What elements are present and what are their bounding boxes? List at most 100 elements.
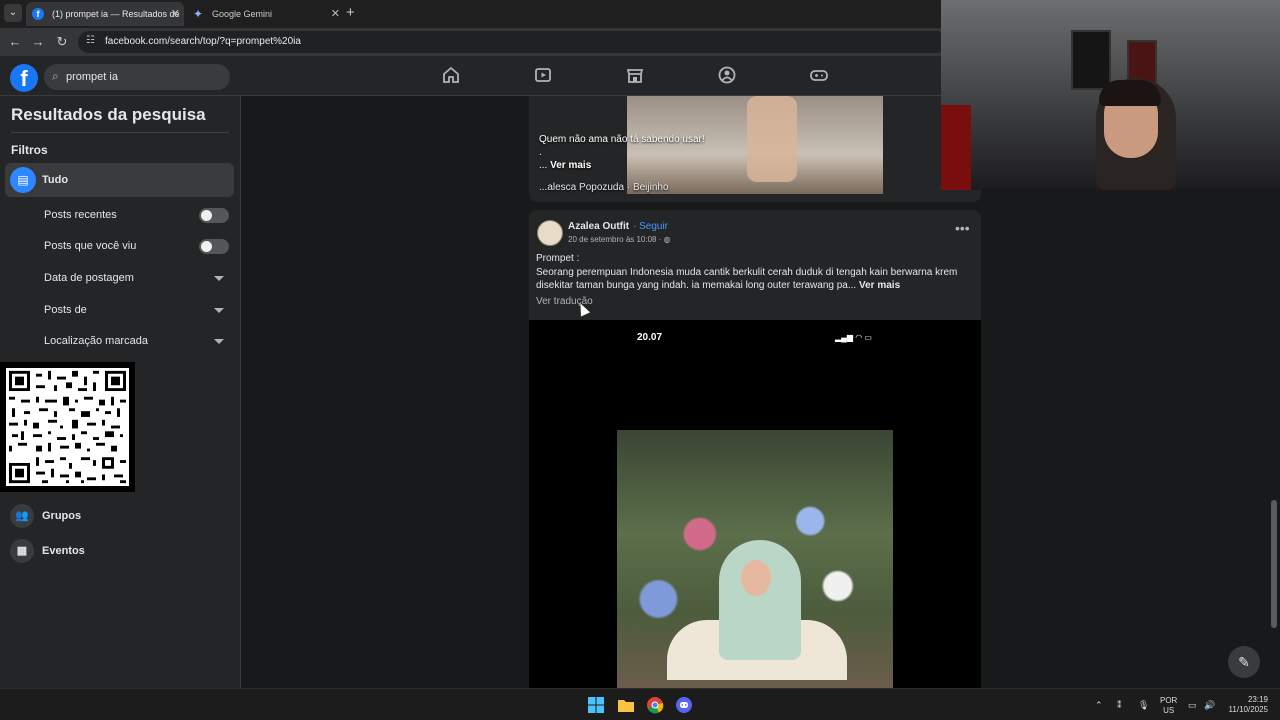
page-scrollbar[interactable]	[1271, 500, 1277, 628]
lang-layout: US	[1163, 706, 1175, 715]
lang-code: POR	[1160, 696, 1178, 705]
reload-icon[interactable]: ↻	[53, 33, 71, 51]
photo-subject	[719, 540, 801, 660]
filter-label: Data de postagem	[44, 272, 134, 284]
post-image-subject	[747, 96, 797, 182]
more-options-icon[interactable]: •••	[955, 220, 970, 236]
chrome-icon[interactable]	[644, 694, 666, 716]
filter-tagged-location[interactable]: Localização marcada	[44, 335, 148, 347]
windows-start-icon[interactable]	[585, 694, 607, 716]
phone-status-icons: ▂▄▆ ◠ ▭	[835, 333, 872, 342]
back-icon[interactable]: ←	[6, 33, 24, 51]
clock-time: 23:19	[1247, 695, 1268, 704]
filter-all[interactable]: ▤ Tudo	[5, 163, 234, 197]
qr-code	[0, 362, 135, 492]
facebook-search[interactable]: ⌕	[44, 64, 230, 90]
divider	[11, 132, 229, 133]
filter-date-posted[interactable]: Data de postagem	[44, 272, 134, 284]
caption-line: Quem não ama não tá sabendo usar!	[539, 134, 705, 145]
search-sidebar: Resultados da pesquisa Filtros ▤ Tudo Po…	[0, 96, 241, 688]
tray-app-icon[interactable]: ⁑	[1117, 689, 1122, 720]
ellipsis-text: ...	[539, 160, 551, 171]
filters-heading: Filtros	[11, 143, 48, 157]
groups-icon[interactable]	[716, 65, 738, 87]
input-language[interactable]: POR US	[1160, 696, 1177, 716]
post-author-line[interactable]: ...alesca Popozuda · Beijinho	[539, 182, 669, 193]
close-tab-icon[interactable]: ✕	[171, 2, 180, 26]
post-media[interactable]: 20.07 ▂▄▆ ◠ ▭	[529, 320, 981, 690]
calendar-icon: ▦	[10, 539, 34, 563]
clock-date: 11/10/2025	[1228, 705, 1268, 714]
filter-all-label: Tudo	[42, 174, 69, 186]
filter-recent-posts[interactable]: Posts recentes	[44, 209, 117, 221]
search-input[interactable]	[66, 68, 216, 86]
all-results-icon: ▤	[10, 167, 36, 193]
microphone-icon[interactable]: 🎙	[1138, 689, 1149, 720]
url-text: facebook.com/search/top/?q=prompet%20ia	[105, 36, 301, 47]
caption-line: ... Ver mais	[539, 159, 705, 172]
new-message-icon[interactable]: ✎	[1228, 646, 1260, 678]
post-body: Prompet : Seorang perempuan Indonesia mu…	[536, 252, 968, 293]
tab-facebook[interactable]: f (1) prompet ia — Resultados de ✕	[26, 2, 184, 26]
tab-gemini[interactable]: ✦ Google Gemini ✕	[186, 2, 344, 26]
network-icon[interactable]: ▭	[1188, 689, 1197, 720]
address-bar[interactable]: ☷ facebook.com/search/top/?q=prompet%20i…	[78, 31, 948, 53]
recent-posts-toggle[interactable]	[199, 208, 229, 223]
see-more-link[interactable]: Ver mais	[550, 160, 591, 171]
filter-seen-posts[interactable]: Posts que você viu	[44, 240, 136, 252]
post-card: Azalea Outfit · Seguir 20 de setembro às…	[529, 210, 981, 690]
forward-icon[interactable]: →	[29, 33, 47, 51]
volume-icon[interactable]: 🔊	[1204, 689, 1215, 720]
video-icon[interactable]	[532, 65, 554, 87]
webcam-overlay	[941, 0, 1280, 190]
sidebar-item-events[interactable]: ▦ Eventos	[10, 539, 85, 563]
filter-label: Localização marcada	[44, 335, 148, 347]
filter-label: Posts recentes	[44, 209, 117, 221]
sidebar-title: Resultados da pesquisa	[11, 105, 206, 124]
sidebar-item-label: Eventos	[42, 544, 85, 557]
windows-taskbar: ⌃ ⁑ 🎙 POR US ▭ 🔊 23:19 11/10/2025	[0, 688, 1280, 720]
tray-chevron-icon[interactable]: ⌃	[1095, 689, 1103, 720]
post-caption: Quem não ama não tá sabendo usar! . ... …	[539, 133, 705, 172]
facebook-favicon-icon: f	[32, 8, 44, 20]
gemini-favicon-icon: ✦	[192, 7, 204, 21]
webcam-background	[941, 105, 971, 190]
caption-line: .	[539, 147, 542, 158]
chevron-down-icon[interactable]	[214, 276, 224, 281]
new-tab-icon[interactable]: +	[346, 4, 355, 22]
filter-label: Posts que você viu	[44, 240, 137, 252]
tab-search-icon[interactable]: ⌄	[4, 4, 22, 22]
gaming-icon[interactable]	[808, 65, 830, 87]
webcam-background	[1071, 30, 1111, 90]
follow-link[interactable]: · Seguir	[633, 221, 668, 232]
close-tab-icon[interactable]: ✕	[331, 2, 340, 26]
photo-subject	[741, 560, 771, 596]
system-clock[interactable]: 23:19 11/10/2025	[1226, 695, 1268, 715]
facebook-logo-icon[interactable]: f	[10, 64, 38, 92]
seen-posts-toggle[interactable]	[199, 239, 229, 254]
tab-title: Google Gemini	[212, 9, 273, 19]
post-card[interactable]: Quem não ama não tá sabendo usar! . ... …	[529, 96, 981, 202]
post-timestamp[interactable]: 20 de setembro às 10:08 · ◍	[568, 235, 671, 244]
discord-icon[interactable]	[673, 694, 695, 716]
phone-time: 20.07	[637, 332, 663, 343]
groups-icon: 👥	[10, 504, 34, 528]
avatar[interactable]	[537, 220, 563, 246]
sidebar-item-label: Grupos	[42, 509, 82, 522]
chevron-down-icon[interactable]	[214, 308, 224, 313]
filter-posts-from[interactable]: Posts de	[44, 304, 87, 316]
chevron-down-icon[interactable]	[214, 339, 224, 344]
site-info-icon[interactable]: ☷	[86, 35, 95, 46]
see-more-link[interactable]: Ver mais	[859, 280, 900, 291]
screen: { "browser": { "tabs": [ {"title": "(1) …	[0, 0, 1280, 720]
file-explorer-icon[interactable]	[615, 694, 637, 716]
post-text-line: Prompet :	[536, 253, 580, 264]
marketplace-icon[interactable]	[624, 65, 646, 87]
filter-label: Posts de	[44, 304, 87, 316]
home-icon[interactable]	[440, 65, 462, 87]
sidebar-item-groups[interactable]: 👥 Grupos	[10, 504, 81, 528]
search-icon: ⌕	[52, 69, 59, 83]
post-text-line: Seorang perempuan Indonesia muda cantik …	[536, 266, 968, 293]
post-author[interactable]: Azalea Outfit	[568, 221, 629, 232]
webcam-person	[1099, 80, 1161, 106]
